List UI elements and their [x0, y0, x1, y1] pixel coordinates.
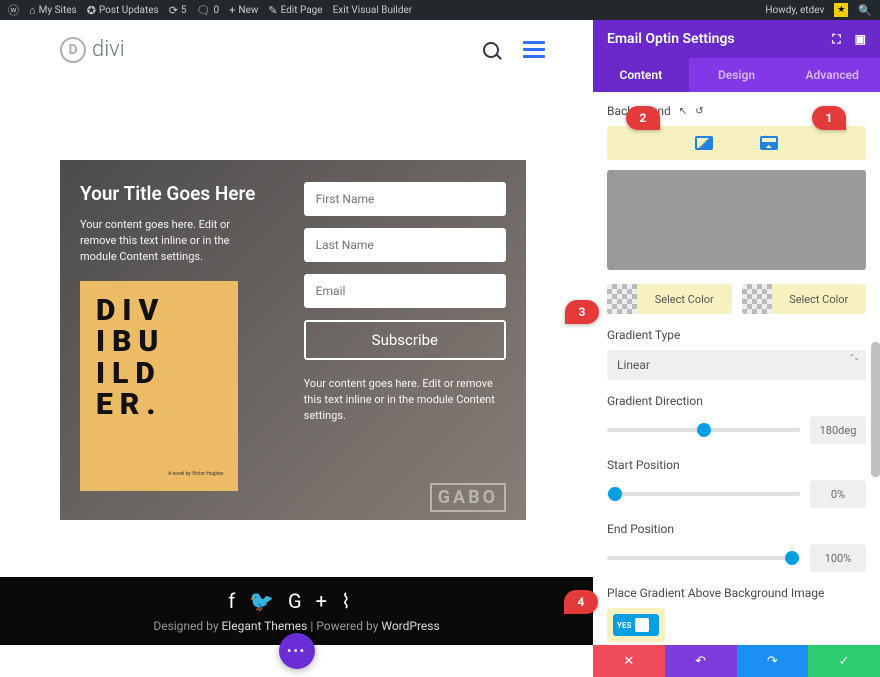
wp-logo[interactable]: ⓦ — [8, 2, 19, 18]
book-subtitle: A novel by Victor Hughes — [168, 471, 223, 477]
gradient-preview — [607, 170, 866, 270]
wp-exit[interactable]: Exit Visual Builder — [333, 5, 413, 16]
book-line: DIV — [96, 295, 222, 327]
scrollbar[interactable] — [871, 342, 880, 477]
search-icon[interactable] — [483, 42, 499, 58]
gradient-direction-value[interactable] — [810, 416, 866, 444]
gradient-color-2[interactable]: Select Color — [742, 284, 867, 314]
cancel-button[interactable]: ✕ — [593, 645, 665, 677]
callout-3: 3 — [565, 300, 599, 324]
start-position-slider[interactable] — [607, 492, 800, 496]
place-gradient-toggle[interactable]: YES — [613, 614, 659, 636]
save-button[interactable]: ✓ — [808, 645, 880, 677]
tab-advanced[interactable]: Advanced — [784, 58, 880, 92]
undo-button[interactable]: ↶ — [665, 645, 737, 677]
end-position-value[interactable] — [810, 544, 866, 572]
hover-icon[interactable]: ↖ — [679, 106, 687, 117]
end-position-slider[interactable] — [607, 556, 800, 560]
menu-icon[interactable] — [523, 37, 545, 62]
site-preview: D divi Your Title Goes Here Your content… — [0, 20, 593, 677]
tab-content[interactable]: Content — [593, 58, 689, 92]
divi-logo[interactable]: D divi — [60, 37, 125, 63]
gradient-direction-label: Gradient Direction — [607, 394, 866, 408]
email-input[interactable] — [304, 274, 506, 308]
callout-2: 2 — [626, 106, 660, 130]
bg-color-tab[interactable] — [607, 126, 672, 160]
email-optin-module[interactable]: Your Title Goes Here Your content goes h… — [60, 160, 526, 520]
bg-gradient-tab[interactable] — [672, 126, 737, 160]
wp-admin-bar: ⓦ ⌂My Sites ✪Post Updates ⟳5 🗨0 +New ✎Ed… — [0, 0, 880, 20]
toggle-knob — [635, 618, 649, 632]
logo-icon: D — [60, 37, 86, 63]
book-line: ER. — [96, 389, 222, 421]
gradient-type-select[interactable]: Linear — [607, 350, 866, 380]
redo-button[interactable]: ↷ — [737, 645, 809, 677]
site-header: D divi — [0, 20, 593, 80]
background-type-tabs — [607, 126, 866, 160]
elegant-themes-link[interactable]: Elegant Themes — [221, 619, 307, 633]
wp-edit[interactable]: ✎Edit Page — [268, 4, 322, 17]
book-line: ILD — [96, 358, 222, 390]
reset-icon[interactable]: ↺ — [695, 106, 703, 117]
expand-icon[interactable]: ▣ — [855, 32, 866, 47]
star-icon[interactable]: ★ — [834, 3, 848, 17]
gabo-watermark: GABO — [430, 483, 506, 512]
end-position-label: End Position — [607, 522, 866, 536]
select-color-label: Select Color — [772, 293, 867, 306]
start-position-value[interactable] — [810, 480, 866, 508]
tab-design[interactable]: Design — [689, 58, 785, 92]
wp-mysites[interactable]: ⌂My Sites — [29, 4, 77, 17]
gradient-color-1[interactable]: Select Color — [607, 284, 732, 314]
logo-text: divi — [92, 37, 125, 62]
sidebar-tabs: Content Design Advanced — [593, 58, 880, 92]
book-image: DIV IBU ILD ER. A novel by Victor Hughes — [80, 281, 238, 491]
book-line: IBU — [96, 326, 222, 358]
sidebar-header: Email Optin Settings ⛶ ▣ — [593, 20, 880, 58]
gradient-type-label: Gradient Type — [607, 328, 866, 342]
subscribe-button[interactable]: Subscribe — [304, 320, 506, 360]
footer-text: | Powered by — [307, 619, 381, 633]
wordpress-link[interactable]: WordPress — [381, 619, 439, 633]
twitter-icon[interactable]: 🐦 — [249, 589, 288, 613]
wp-refresh[interactable]: ⟳5 — [169, 4, 187, 17]
place-gradient-label: Place Gradient Above Background Image — [607, 586, 866, 600]
color-swatch — [607, 284, 637, 314]
facebook-icon[interactable]: f — [228, 589, 249, 613]
wp-updates[interactable]: ✪Post Updates — [87, 4, 159, 17]
first-name-input[interactable] — [304, 182, 506, 216]
start-position-label: Start Position — [607, 458, 866, 472]
gradient-direction-slider[interactable] — [607, 428, 800, 432]
drag-icon[interactable]: ⛶ — [832, 32, 840, 47]
sidebar-body: Background ↖ ↺ Select Color Select Color — [593, 92, 880, 645]
sidebar-title: Email Optin Settings — [607, 31, 735, 47]
wp-comments[interactable]: 🗨0 — [197, 4, 220, 17]
optin-title[interactable]: Your Title Goes Here — [80, 182, 268, 205]
social-icons: f🐦G+⌇ — [0, 589, 593, 613]
wp-howdy[interactable]: Howdy, etdev — [765, 5, 824, 16]
toggle-label: YES — [617, 621, 631, 630]
footer-text: Designed by — [153, 619, 221, 633]
bg-image-tab[interactable] — [737, 126, 802, 160]
rss-icon[interactable]: ⌇ — [341, 589, 365, 613]
optin-description-2[interactable]: Your content goes here. Edit or remove t… — [304, 376, 506, 424]
callout-4: 4 — [564, 590, 598, 614]
callout-1: 1 — [812, 106, 846, 130]
color-swatch — [742, 284, 772, 314]
bg-video-tab[interactable] — [801, 126, 866, 160]
optin-description[interactable]: Your content goes here. Edit or remove t… — [80, 217, 268, 265]
divi-builder-toggle[interactable]: ••• — [279, 633, 315, 669]
wp-new[interactable]: +New — [229, 4, 258, 17]
last-name-input[interactable] — [304, 228, 506, 262]
action-bar: ✕ ↶ ↷ ✓ — [593, 645, 880, 677]
google-plus-icon[interactable]: G+ — [288, 589, 341, 613]
select-color-label: Select Color — [637, 293, 732, 306]
wp-search[interactable]: 🔍 — [858, 4, 872, 17]
